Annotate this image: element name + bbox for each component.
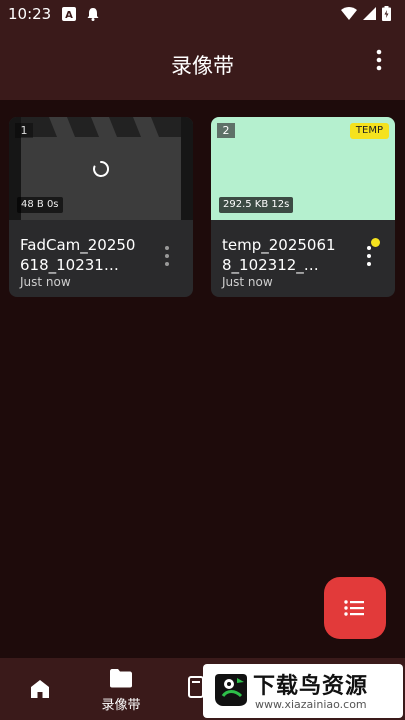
nav-home[interactable] (20, 658, 60, 720)
recording-card[interactable]: 1 48 B 0s FadCam_20250618_10231… Just no… (9, 117, 193, 297)
status-right-icons (341, 6, 391, 21)
size-duration-badge: 48 B 0s (17, 197, 63, 213)
loading-spinner-icon (93, 160, 110, 177)
bird-logo-icon (215, 674, 247, 706)
video-thumbnail[interactable]: 1 48 B 0s (9, 117, 193, 220)
list-fab-button[interactable] (324, 577, 386, 639)
nav-records[interactable]: 录像带 (92, 658, 150, 720)
video-thumbnail[interactable]: 2 TEMP 292.5 KB 12s (211, 117, 395, 220)
recording-time: Just now (222, 275, 273, 289)
svg-text:A: A (65, 10, 73, 21)
status-bar: 10:23 A (0, 0, 405, 28)
card-more-icon[interactable] (161, 245, 173, 267)
watermark-url: www.xiazainiao.com (255, 698, 367, 711)
cellular-signal-icon (363, 7, 376, 20)
home-icon (31, 680, 49, 698)
nav-records-label: 录像带 (101, 698, 141, 713)
index-badge: 1 (15, 123, 33, 138)
partial-icon (188, 676, 204, 698)
card-more-icon[interactable] (363, 245, 375, 267)
size-duration-badge: 292.5 KB 12s (219, 197, 294, 213)
app-bar: 录像带 (0, 28, 405, 100)
recording-title: FadCam_20250618_10231… (20, 236, 136, 274)
recordings-grid: 1 48 B 0s FadCam_20250618_10231… Just no… (0, 100, 405, 658)
temp-badge: TEMP (349, 123, 389, 139)
notification-bell-icon (87, 8, 99, 21)
battery-charging-icon (382, 6, 391, 21)
watermark-title: 下载鸟资源 (253, 674, 369, 699)
folder-icon (110, 669, 132, 688)
wifi-icon (341, 7, 357, 20)
watermark: 下载鸟资源 www.xiazainiao.com (203, 664, 403, 718)
recording-card[interactable]: 2 TEMP 292.5 KB 12s temp_20250618_102312… (211, 117, 395, 297)
app-a-icon: A (62, 7, 76, 21)
more-vertical-icon[interactable] (369, 48, 389, 72)
list-icon (344, 600, 364, 616)
recording-time: Just now (20, 275, 71, 289)
page-title: 录像带 (171, 54, 234, 78)
status-time: 10:23 (8, 5, 52, 23)
status-left-icons: A (62, 7, 100, 21)
recording-title: temp_20250618_102312_… (222, 236, 336, 274)
index-badge: 2 (217, 123, 235, 138)
